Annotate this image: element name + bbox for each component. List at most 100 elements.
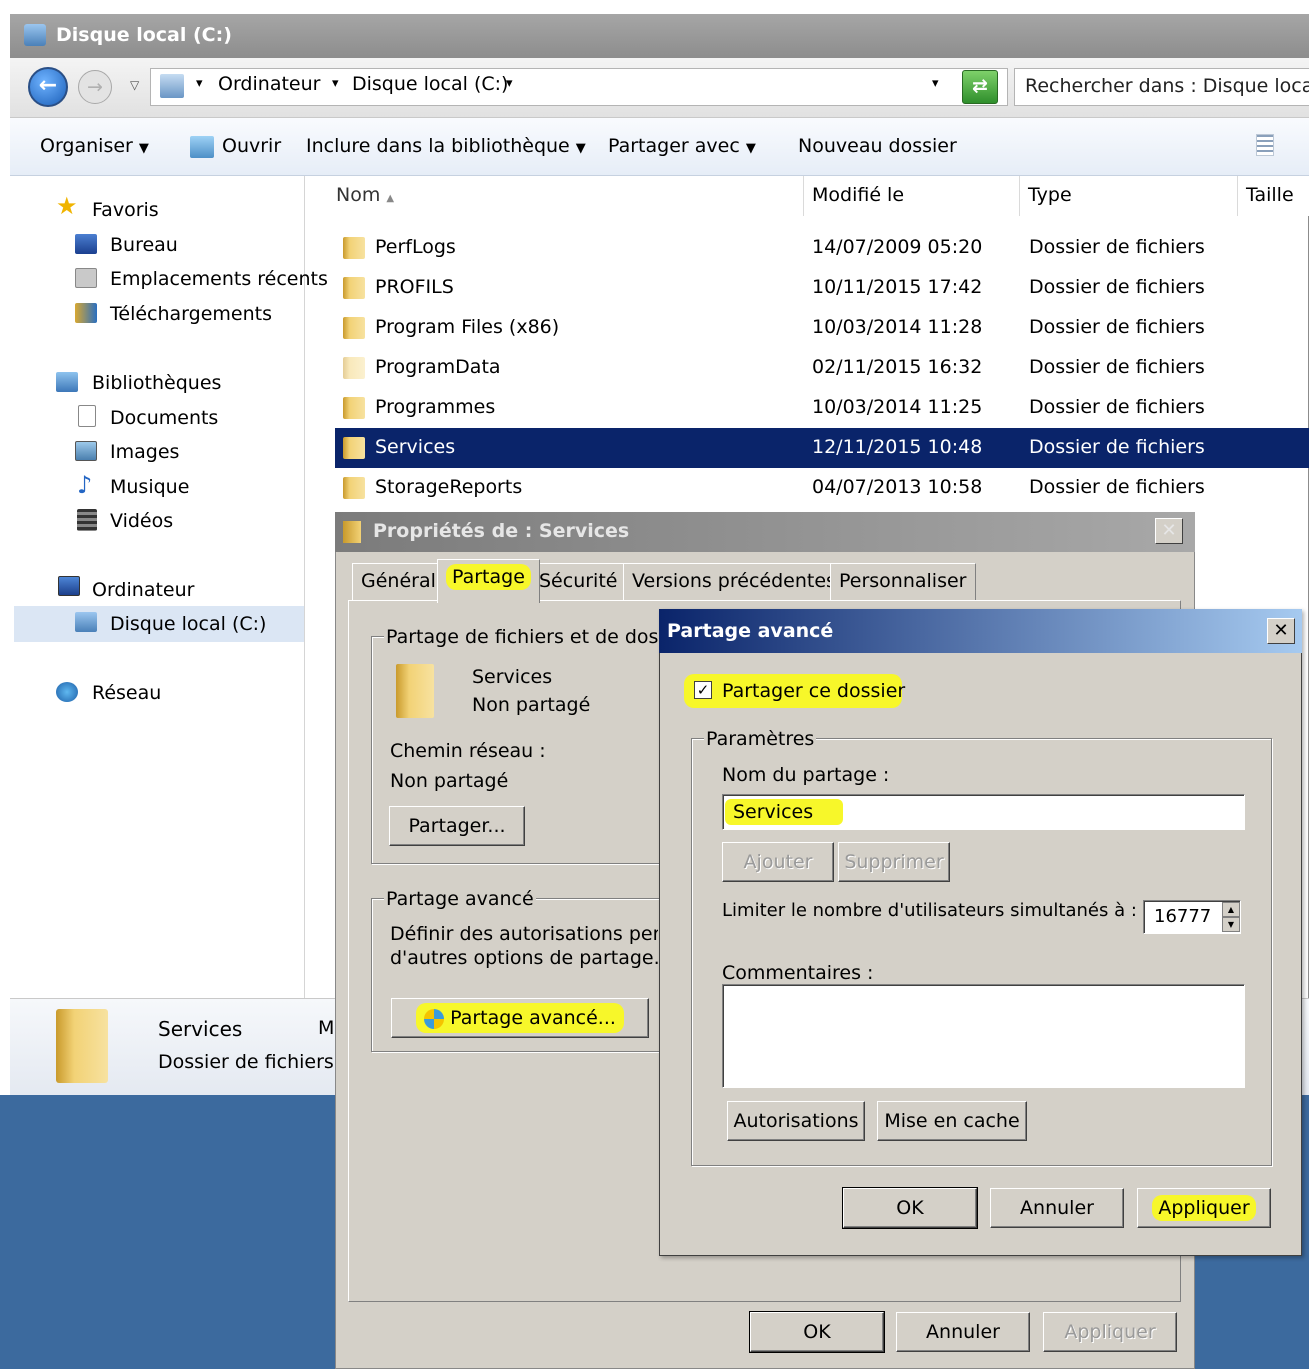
column-type[interactable]: Type — [1020, 176, 1238, 216]
close-icon[interactable]: ✕ — [1267, 618, 1295, 644]
file-type: Dossier de fichiers — [1029, 316, 1205, 338]
tab-sharing[interactable]: Partage — [437, 559, 540, 603]
stepper-up-icon[interactable]: ▲ — [1222, 902, 1240, 917]
share-with-button[interactable]: Partager avec ▼ — [608, 135, 756, 157]
search-input[interactable]: Rechercher dans : Disque local (C:) — [1014, 68, 1309, 106]
breadcrumb-separator-icon[interactable]: ▾ — [332, 76, 339, 91]
organize-label: Organiser — [40, 135, 133, 157]
star-icon: ★ — [56, 192, 78, 220]
file-row[interactable]: Programmes 10/03/2014 11:25 Dossier de fic… — [335, 388, 1309, 428]
nav-libraries[interactable]: Bibliothèques — [92, 372, 221, 394]
file-row[interactable]: PerfLogs 14/07/2009 05:20 Dossier de fichi… — [335, 228, 1309, 268]
column-name[interactable]: Nom ▲ — [328, 176, 804, 216]
properties-titlebar[interactable]: Propriétés de : Services ✕ — [335, 512, 1195, 552]
drive-icon — [75, 612, 97, 632]
file-name: PerfLogs — [375, 236, 456, 258]
file-type: Dossier de fichiers — [1029, 276, 1205, 298]
share-name-input[interactable]: Services — [722, 794, 1245, 830]
tab-general[interactable]: Général — [352, 563, 445, 601]
file-modified: 10/03/2014 11:28 — [812, 316, 983, 338]
stepper-down-icon[interactable]: ▼ — [1222, 917, 1240, 932]
comments-label: Commentaires : — [722, 962, 874, 984]
nav-local-disk[interactable]: Disque local (C:) — [110, 613, 266, 635]
explorer-titlebar[interactable]: Disque local (C:) — [10, 14, 1309, 58]
nav-favorites[interactable]: Favoris — [92, 199, 159, 221]
remove-button[interactable]: Supprimer — [838, 842, 950, 882]
tab-sharing-label: Partage — [446, 564, 531, 590]
window-title: Disque local (C:) — [56, 24, 232, 46]
share-folder-label: Partager ce dossier — [722, 680, 906, 702]
share-folder-checkbox[interactable]: ✓ — [694, 681, 712, 699]
history-dropdown-icon[interactable]: ▽ — [130, 78, 139, 92]
organize-button[interactable]: Organiser ▼ — [40, 135, 149, 157]
nav-computer[interactable]: Ordinateur — [92, 579, 194, 601]
file-type: Dossier de fichiers — [1029, 476, 1205, 498]
forward-arrow-icon[interactable]: → — [78, 70, 112, 104]
file-type: Dossier de fichiers — [1029, 356, 1205, 378]
file-modified: 12/11/2015 10:48 — [812, 436, 983, 458]
nav-recent[interactable]: Emplacements récents — [110, 268, 328, 290]
nav-images[interactable]: Images — [110, 441, 179, 463]
address-dropdown-icon[interactable]: ▾ — [932, 76, 939, 91]
nav-network[interactable]: Réseau — [92, 682, 161, 704]
search-placeholder: Rechercher dans : Disque local (C:) — [1025, 75, 1309, 97]
advanced-sharing-titlebar[interactable]: Partage avancé ✕ — [659, 609, 1302, 653]
user-limit-stepper[interactable]: 16777 ▲ ▼ — [1143, 900, 1241, 934]
tab-previous-versions[interactable]: Versions précédentes — [623, 563, 845, 601]
comments-textarea[interactable] — [722, 984, 1245, 1088]
column-name-label: Nom — [336, 184, 381, 206]
caching-button[interactable]: Mise en cache — [877, 1101, 1027, 1141]
nav-downloads[interactable]: Téléchargements — [110, 303, 272, 325]
add-button[interactable]: Ajouter — [722, 842, 834, 882]
advanced-ok-button[interactable]: OK — [842, 1187, 978, 1229]
new-folder-button[interactable]: Nouveau dossier — [798, 135, 957, 157]
breadcrumb-local-disk[interactable]: Disque local (C:) — [352, 73, 508, 95]
advanced-description-line1: Définir des autorisations person — [390, 923, 658, 945]
properties-cancel-button[interactable]: Annuler — [896, 1312, 1030, 1352]
file-modified: 14/07/2009 05:20 — [812, 236, 983, 258]
network-icon — [56, 682, 78, 702]
advanced-sharing-button[interactable]: Partage avancé... — [391, 998, 649, 1038]
network-path-label: Chemin réseau : — [390, 740, 546, 762]
include-library-button[interactable]: Inclure dans la bibliothèque ▼ — [306, 135, 586, 157]
permissions-button[interactable]: Autorisations — [727, 1101, 865, 1141]
view-options-icon[interactable] — [1256, 134, 1274, 156]
nav-videos[interactable]: Vidéos — [110, 510, 173, 532]
share-button[interactable]: Partager... — [389, 806, 525, 846]
breadcrumb-dropdown-icon[interactable]: ▾ — [506, 76, 513, 91]
drive-icon — [24, 24, 46, 46]
tab-customize[interactable]: Personnaliser — [830, 563, 976, 601]
breadcrumb-separator-icon[interactable]: ▾ — [196, 76, 203, 91]
advanced-sharing-group-label: Partage avancé — [384, 888, 536, 910]
advanced-cancel-button[interactable]: Annuler — [990, 1188, 1124, 1228]
advanced-sharing-highlight: Partage avancé... — [416, 1003, 624, 1033]
documents-icon — [78, 405, 96, 427]
tab-security[interactable]: Sécurité — [530, 563, 627, 601]
nav-documents[interactable]: Documents — [110, 407, 218, 429]
column-modified[interactable]: Modifié le — [804, 176, 1020, 216]
nav-desktop[interactable]: Bureau — [110, 234, 178, 256]
open-folder-icon — [190, 136, 214, 158]
open-button[interactable]: Ouvrir — [222, 135, 281, 157]
nav-music[interactable]: Musique — [110, 476, 189, 498]
column-size[interactable]: Taille — [1238, 176, 1309, 216]
advanced-apply-button[interactable]: Appliquer — [1137, 1188, 1271, 1228]
file-row[interactable]: PROFILS 10/11/2015 17:42 Dossier de fichie… — [335, 268, 1309, 308]
file-row[interactable]: ProgramData 02/11/2015 16:32 Dossier de fi… — [335, 348, 1309, 388]
file-row[interactable]: Program Files (x86) 10/03/2014 11:28 Dossi… — [335, 308, 1309, 348]
computer-icon — [58, 576, 80, 596]
properties-ok-button[interactable]: OK — [749, 1311, 885, 1353]
file-row-selected[interactable]: Services 12/11/2015 10:48 Dossier de fichi… — [335, 428, 1309, 468]
share-name-label: Nom du partage : — [722, 764, 890, 786]
back-arrow-icon[interactable]: ← — [28, 67, 68, 107]
file-row[interactable]: StorageReports 04/07/2013 10:58 Dossier de… — [335, 468, 1309, 508]
properties-apply-button[interactable]: Appliquer — [1043, 1312, 1177, 1352]
share-with-label: Partager avec — [608, 135, 740, 157]
details-type: Dossier de fichiers — [158, 1051, 334, 1073]
breadcrumb-computer[interactable]: Ordinateur — [218, 73, 320, 95]
refresh-icon[interactable]: ⇄ — [962, 70, 998, 104]
close-icon[interactable]: ✕ — [1155, 518, 1183, 544]
sort-asc-icon: ▲ — [386, 193, 395, 204]
file-modified: 10/03/2014 11:25 — [812, 396, 983, 418]
desktop-icon — [75, 234, 97, 254]
